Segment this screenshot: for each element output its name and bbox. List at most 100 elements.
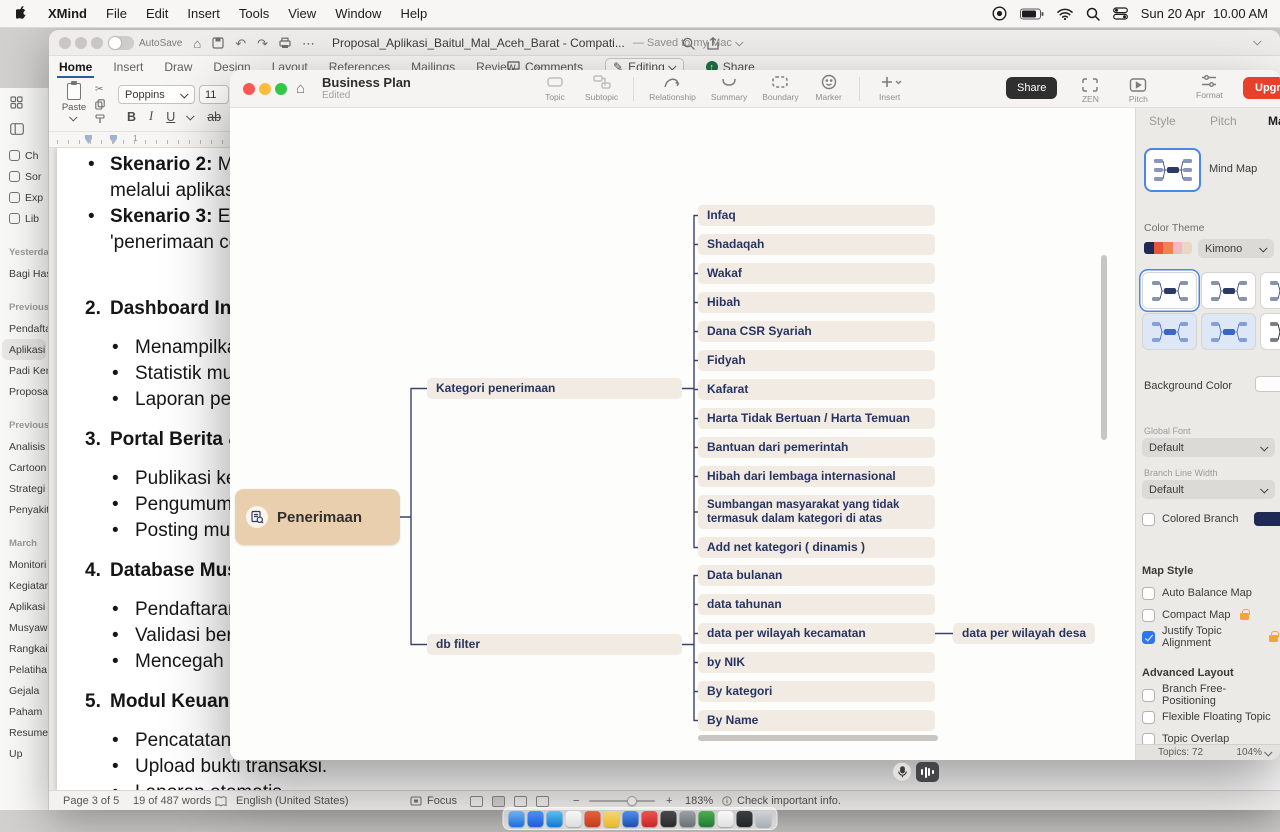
paste-button[interactable]: Paste [58, 83, 90, 124]
theme-thumbnail[interactable] [1260, 272, 1280, 309]
option-checkbox[interactable] [1142, 711, 1155, 724]
list-item[interactable]: Yesterday [0, 242, 48, 263]
ribbon-tab[interactable]: Insert [111, 56, 145, 78]
insert-button[interactable]: Insert [875, 73, 905, 102]
web-layout-icon[interactable] [514, 796, 527, 807]
subtopic[interactable]: Data bulanan [698, 565, 935, 586]
language-indicator[interactable]: English (United States) [236, 791, 349, 811]
menu-item[interactable]: Tools [239, 6, 269, 21]
mindmap-canvas[interactable]: Penerimaan Kategori penerimaan db filter… [230, 108, 1135, 760]
list-item[interactable]: Previous [0, 415, 48, 436]
list-item[interactable]: Sor [0, 166, 48, 187]
page-indicator[interactable]: Page 3 of 5 [63, 791, 119, 811]
list-item[interactable]: Padi Ken [0, 360, 48, 381]
redo-icon[interactable]: ↷ [257, 37, 268, 50]
central-topic[interactable]: Penerimaan [235, 489, 400, 545]
copy-icon[interactable] [95, 99, 105, 110]
save-icon[interactable] [212, 37, 224, 49]
subtopic[interactable]: data per wilayah desa [953, 623, 1095, 644]
list-item[interactable]: Lib [0, 208, 48, 229]
list-item[interactable]: Cartoon [0, 457, 48, 478]
list-item[interactable]: Monitori [0, 554, 48, 575]
search-icon[interactable] [682, 37, 695, 50]
horizontal-scrollbar[interactable] [698, 735, 938, 741]
dock-app-icon[interactable] [604, 811, 620, 827]
share-icon[interactable] [707, 37, 719, 50]
subtopic[interactable]: Shadaqah [698, 234, 935, 255]
print-icon[interactable] [279, 37, 291, 49]
subtopic[interactable]: Hibah dari lembaga internasional [698, 466, 935, 487]
pitch-button[interactable]: Pitch [1123, 77, 1153, 104]
minimize-button[interactable] [75, 37, 87, 49]
word-count[interactable]: 19 of 487 words [133, 791, 211, 811]
dock-app-icon[interactable] [661, 811, 677, 827]
ribbon-collapse-icon[interactable] [1253, 37, 1261, 45]
canvas-zoom-control[interactable]: 104% [1236, 747, 1272, 758]
minimize-button[interactable] [259, 83, 271, 95]
undo-icon[interactable]: ↶ [235, 37, 246, 50]
dock-app-icon[interactable] [547, 811, 563, 827]
list-item[interactable]: Up [0, 743, 48, 764]
dock-app-icon[interactable] [699, 811, 715, 827]
strikethrough-button[interactable]: ab [207, 110, 221, 124]
read-mode-icon[interactable] [470, 796, 483, 807]
tab-map[interactable]: Map [1268, 114, 1280, 128]
list-item[interactable]: Paham [0, 701, 48, 722]
subtopic[interactable]: data tahunan [698, 594, 935, 615]
list-item[interactable]: Analisis [0, 436, 48, 457]
active-app-name[interactable]: XMind [48, 6, 87, 21]
underline-button[interactable]: U [166, 110, 175, 124]
menu-item[interactable]: Edit [146, 6, 168, 21]
subtopic[interactable]: Bantuan dari pemerintah [698, 437, 935, 458]
vertical-scrollbar[interactable] [1101, 255, 1107, 440]
subtopic[interactable]: Dana CSR Syariah [698, 321, 935, 342]
tab-pitch[interactable]: Pitch [1210, 114, 1237, 128]
menu-item[interactable]: Help [400, 6, 427, 21]
cut-icon[interactable]: ✂ [95, 84, 105, 95]
menu-item[interactable]: File [106, 6, 127, 21]
focus-button[interactable]: Focus [410, 791, 457, 811]
home-icon[interactable]: ⌂ [193, 37, 201, 50]
theme-thumbnail[interactable] [1201, 313, 1256, 350]
list-item[interactable]: Strategi [0, 478, 48, 499]
option-checkbox[interactable] [1142, 733, 1155, 745]
indent-marker[interactable] [110, 135, 117, 144]
zoom-slider-knob[interactable] [627, 796, 637, 806]
spotlight-search-icon[interactable] [1086, 7, 1100, 21]
format-button[interactable]: Format [1196, 73, 1223, 100]
dock-app-icon[interactable] [642, 811, 658, 827]
apple-menu-icon[interactable] [16, 6, 29, 21]
dock-app-icon[interactable] [528, 811, 544, 827]
list-item[interactable]: Aplikasi [0, 596, 48, 617]
dock-app-icon[interactable] [737, 811, 753, 827]
dock-app-icon[interactable] [756, 811, 772, 827]
branch-color-swatch[interactable] [1254, 512, 1280, 526]
colored-branch-checkbox[interactable] [1142, 513, 1155, 526]
battery-icon[interactable] [1020, 8, 1044, 20]
list-item[interactable]: Exp [0, 187, 48, 208]
global-font-select[interactable]: Default [1142, 438, 1275, 457]
tab-style[interactable]: Style [1149, 114, 1176, 128]
screen-recording-icon[interactable] [992, 6, 1007, 21]
subtopic[interactable]: Hibah [698, 292, 935, 313]
control-center-icon[interactable] [1113, 7, 1128, 20]
font-family-select[interactable]: Poppins [118, 85, 195, 104]
dock-app-icon[interactable] [585, 811, 601, 827]
share-button[interactable]: Share [1006, 77, 1057, 99]
autosave-toggle[interactable]: AutoSave [108, 36, 182, 50]
topic-marker-icon[interactable] [246, 506, 268, 528]
subtopic[interactable]: Fidyah [698, 350, 935, 371]
subtopic[interactable]: Sumbangan masyarakat yang tidak termasuk… [698, 495, 935, 529]
dock-app-icon[interactable] [680, 811, 696, 827]
dock-app-icon[interactable] [718, 811, 734, 827]
ribbon-tab[interactable]: Draw [162, 56, 194, 78]
grid-icon[interactable] [10, 96, 48, 109]
zen-mode-button[interactable]: ZEN [1075, 77, 1105, 104]
list-item[interactable]: Rangkai [0, 638, 48, 659]
list-item[interactable]: Bagi Has [0, 263, 48, 284]
subtopic[interactable]: Wakaf [698, 263, 935, 284]
format-painter-icon[interactable] [95, 114, 105, 124]
option-checkbox[interactable] [1142, 609, 1155, 622]
branch-line-width-select[interactable]: Default [1142, 480, 1275, 499]
marker-button[interactable]: Marker [814, 73, 844, 102]
